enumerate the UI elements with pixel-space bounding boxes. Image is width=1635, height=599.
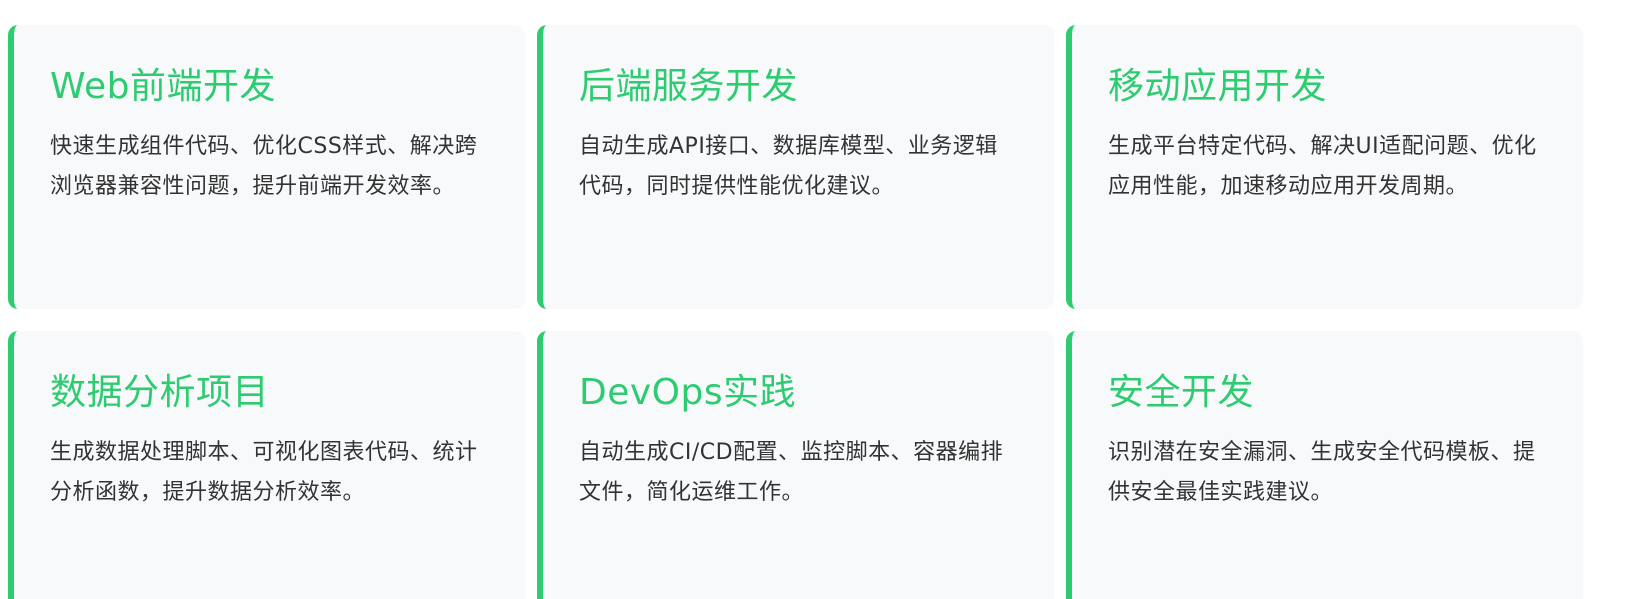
card-description: 自动生成API接口、数据库模型、业务逻辑代码，同时提供性能优化建议。 — [579, 134, 998, 199]
card-title: 数据分析项目 — [50, 372, 270, 413]
card-devops: DevOps实践 自动生成CI/CD配置、监控脚本、容器编排文件，简化运维工作。 — [537, 331, 1054, 599]
card-description: 快速生成组件代码、优化CSS样式、解决跨浏览器兼容性问题，提升前端开发效率。 — [50, 134, 478, 199]
card-title: DevOps实践 — [579, 372, 797, 413]
card-title: 后端服务开发 — [579, 66, 799, 107]
use-case-grid: Web前端开发 快速生成组件代码、优化CSS样式、解决跨浏览器兼容性问题，提升前… — [0, 0, 1635, 599]
card-title: 安全开发 — [1108, 372, 1255, 413]
card-mobile-app: 移动应用开发 生成平台特定代码、解决UI适配问题、优化应用性能，加速移动应用开发… — [1066, 25, 1583, 309]
card-title: Web前端开发 — [50, 66, 276, 107]
card-security: 安全开发 识别潜在安全漏洞、生成安全代码模板、提供安全最佳实践建议。 — [1066, 331, 1583, 599]
card-backend-service: 后端服务开发 自动生成API接口、数据库模型、业务逻辑代码，同时提供性能优化建议… — [537, 25, 1054, 309]
card-description: 自动生成CI/CD配置、监控脚本、容器编排文件，简化运维工作。 — [579, 440, 1004, 505]
card-data-analysis: 数据分析项目 生成数据处理脚本、可视化图表代码、统计分析函数，提升数据分析效率。 — [8, 331, 525, 599]
card-description: 识别潜在安全漏洞、生成安全代码模板、提供安全最佳实践建议。 — [1108, 440, 1536, 505]
card-description: 生成平台特定代码、解决UI适配问题、优化应用性能，加速移动应用开发周期。 — [1108, 134, 1537, 199]
card-title: 移动应用开发 — [1108, 66, 1328, 107]
card-description: 生成数据处理脚本、可视化图表代码、统计分析函数，提升数据分析效率。 — [50, 440, 478, 505]
card-web-frontend: Web前端开发 快速生成组件代码、优化CSS样式、解决跨浏览器兼容性问题，提升前… — [8, 25, 525, 309]
